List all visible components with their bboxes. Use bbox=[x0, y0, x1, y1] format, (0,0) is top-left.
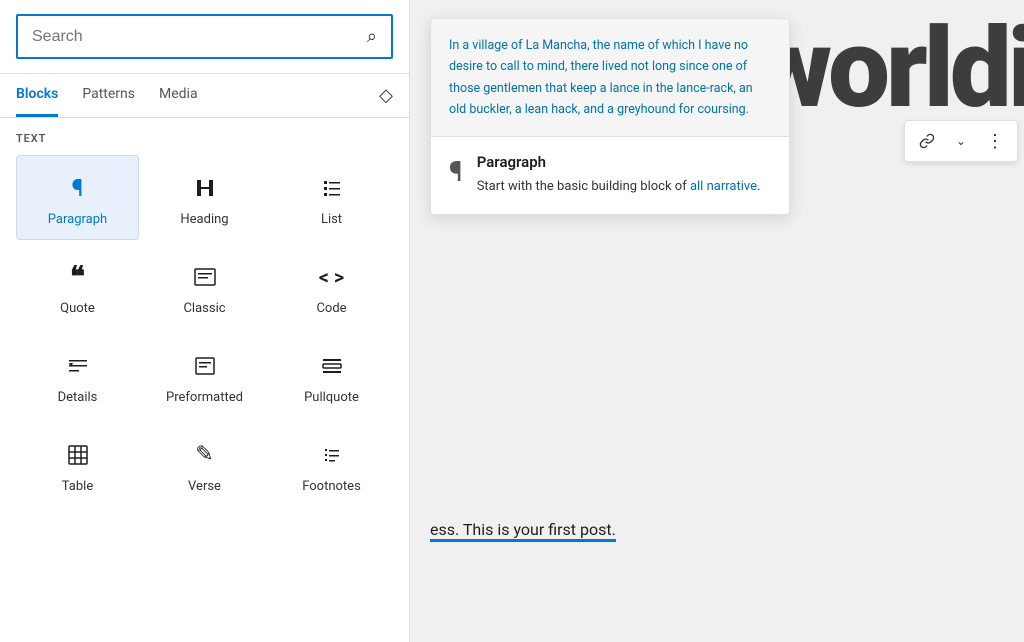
tab-media[interactable]: Media bbox=[159, 74, 198, 117]
popover-preview-text: In a village of La Mancha, the name of w… bbox=[449, 35, 771, 120]
classic-label: Classic bbox=[183, 301, 225, 316]
block-item-quote[interactable]: ❝ Quote bbox=[16, 244, 139, 329]
code-label: Code bbox=[316, 301, 346, 316]
quote-icon: ❝ bbox=[70, 261, 85, 293]
block-toolbar: ⌄ ⋮ bbox=[904, 120, 1018, 162]
text-line: ess. This is your first post. bbox=[430, 520, 1024, 542]
block-popover: In a village of La Mancha, the name of w… bbox=[430, 18, 790, 215]
list-icon bbox=[320, 172, 344, 204]
block-item-preformatted[interactable]: Preformatted bbox=[143, 333, 266, 418]
popover-desc-text: Start with the basic building block of bbox=[477, 179, 690, 194]
table-icon bbox=[66, 439, 90, 471]
tab-patterns[interactable]: Patterns bbox=[82, 74, 135, 117]
pullquote-icon bbox=[320, 350, 344, 382]
left-panel: ⌕ Blocks Patterns Media ◇ TEXT ¶ Paragra… bbox=[0, 0, 410, 642]
bg-world-text: worldi bbox=[752, 14, 1024, 124]
tab-blocks[interactable]: Blocks bbox=[16, 74, 58, 117]
block-item-footnotes[interactable]: Footnotes bbox=[270, 422, 393, 507]
list-label: List bbox=[321, 212, 342, 227]
footnotes-label: Footnotes bbox=[302, 479, 361, 494]
tabs-row: Blocks Patterns Media ◇ bbox=[0, 74, 409, 118]
footnotes-icon bbox=[320, 439, 344, 471]
popover-desc-end: . bbox=[757, 179, 760, 194]
block-item-heading[interactable]: Heading bbox=[143, 155, 266, 240]
toolbar-chevron-button[interactable]: ⌄ bbox=[945, 125, 977, 157]
paragraph-icon: ¶ bbox=[72, 172, 84, 204]
text-line-content: ess. This is your first post. bbox=[430, 520, 616, 542]
block-item-paragraph[interactable]: ¶ Paragraph bbox=[16, 155, 139, 240]
block-item-list[interactable]: List bbox=[270, 155, 393, 240]
diamond-icon[interactable]: ◇ bbox=[379, 85, 393, 106]
toolbar-link-button[interactable] bbox=[911, 125, 943, 157]
table-label: Table bbox=[62, 479, 93, 494]
popover-body: ¶ Paragraph Start with the basic buildin… bbox=[431, 137, 789, 214]
heading-icon bbox=[193, 172, 217, 204]
section-label-text: TEXT bbox=[0, 118, 409, 151]
search-area: ⌕ bbox=[0, 0, 409, 74]
verse-label: Verse bbox=[188, 479, 221, 494]
quote-label: Quote bbox=[60, 301, 95, 316]
details-label: Details bbox=[58, 390, 98, 405]
classic-icon bbox=[193, 261, 217, 293]
block-item-table[interactable]: Table bbox=[16, 422, 139, 507]
right-panel: worldi In a village of La Mancha, the na… bbox=[410, 0, 1024, 642]
code-icon: < > bbox=[319, 261, 345, 293]
blocks-grid-wrapper: ¶ Paragraph Heading bbox=[0, 151, 409, 642]
popover-preview: In a village of La Mancha, the name of w… bbox=[431, 19, 789, 137]
search-input[interactable] bbox=[32, 28, 367, 46]
search-box[interactable]: ⌕ bbox=[16, 14, 393, 59]
preformatted-icon bbox=[193, 350, 217, 382]
block-item-code[interactable]: < > Code bbox=[270, 244, 393, 329]
block-item-pullquote[interactable]: Pullquote bbox=[270, 333, 393, 418]
block-item-classic[interactable]: Classic bbox=[143, 244, 266, 329]
popover-desc-link[interactable]: all narrative bbox=[690, 179, 757, 194]
search-icon: ⌕ bbox=[367, 26, 377, 47]
popover-pilcrow-icon: ¶ bbox=[449, 155, 463, 188]
verse-icon: ✎ bbox=[195, 439, 213, 471]
block-item-details[interactable]: Details bbox=[16, 333, 139, 418]
block-item-verse[interactable]: ✎ Verse bbox=[143, 422, 266, 507]
popover-title: Paragraph bbox=[477, 153, 761, 171]
popover-desc: Start with the basic building block of a… bbox=[477, 177, 761, 198]
toolbar-more-button[interactable]: ⋮ bbox=[979, 125, 1011, 157]
details-icon bbox=[66, 350, 90, 382]
preformatted-label: Preformatted bbox=[166, 390, 243, 405]
paragraph-label: Paragraph bbox=[48, 212, 107, 227]
heading-label: Heading bbox=[180, 212, 228, 227]
pullquote-label: Pullquote bbox=[304, 390, 359, 405]
blocks-grid: ¶ Paragraph Heading bbox=[16, 155, 393, 507]
popover-info: Paragraph Start with the basic building … bbox=[477, 153, 761, 198]
